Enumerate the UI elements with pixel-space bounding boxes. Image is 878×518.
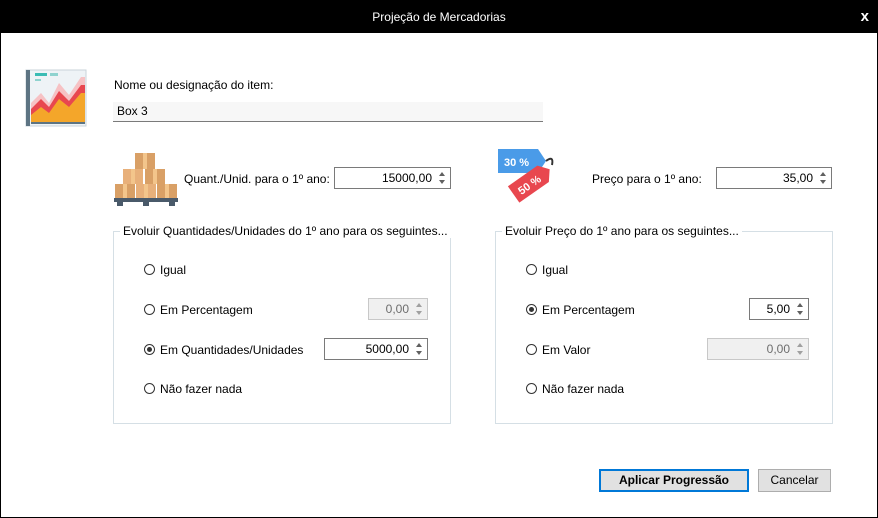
spin-up-icon[interactable] <box>797 343 803 347</box>
spin-down-icon[interactable] <box>797 351 803 355</box>
spin-up-icon[interactable] <box>797 303 803 307</box>
window-title: Projeção de Mercadorias <box>372 10 506 24</box>
price-value-amount: 0,00 <box>766 342 790 356</box>
quantity-evolution-group: Evoluir Quantidades/Unidades do 1º ano p… <box>113 224 451 424</box>
spin-up-icon[interactable] <box>416 303 422 307</box>
chart-illustration-icon <box>25 69 87 127</box>
tag-30-text: 30 % <box>504 157 529 169</box>
title-bar: Projeção de Mercadorias x <box>1 1 877 33</box>
quantity-stepper[interactable]: 15000,00 <box>334 167 451 189</box>
close-button[interactable]: x <box>861 9 869 24</box>
radio-label: Não fazer nada <box>542 382 625 396</box>
radio-label: Em Percentagem <box>542 303 635 317</box>
qty-units-stepper[interactable]: 5000,00 <box>324 338 428 360</box>
spin-down-icon[interactable] <box>797 311 803 315</box>
item-name-label: Nome ou designação do item: <box>114 78 274 92</box>
price-label: Preço para o 1º ano: <box>592 172 702 186</box>
item-name-input[interactable]: Box 3 <box>113 102 543 122</box>
spin-down-icon[interactable] <box>439 180 445 184</box>
qty-percentage-value: 0,00 <box>385 302 409 316</box>
spin-up-icon[interactable] <box>820 172 826 176</box>
spin-up-icon[interactable] <box>416 343 422 347</box>
spin-down-icon[interactable] <box>416 311 422 315</box>
quantity-value: 15000,00 <box>381 171 432 185</box>
spin-down-icon[interactable] <box>820 180 826 184</box>
price-value: 35,00 <box>782 171 813 185</box>
dialog-window: Projeção de Mercadorias x Nome ou design… <box>0 0 878 518</box>
radio-label: Igual <box>160 263 187 277</box>
price-evolution-group: Evoluir Preço do 1º ano para os seguinte… <box>495 224 833 424</box>
price-value-stepper[interactable]: 0,00 <box>707 338 809 360</box>
price-percentage-stepper[interactable]: 5,00 <box>749 298 809 320</box>
price-percentage-value: 5,00 <box>766 302 790 316</box>
radio-label: Igual <box>542 263 569 277</box>
apply-progression-button[interactable]: Aplicar Progressão <box>599 469 749 492</box>
price-tags-icon: 30 % 50 % <box>498 149 554 203</box>
radio-label: Não fazer nada <box>160 382 243 396</box>
radio-label: Em Valor <box>542 343 591 357</box>
qty-units-value: 5000,00 <box>365 342 409 356</box>
boxes-pallet-icon <box>114 153 178 206</box>
price-stepper[interactable]: 35,00 <box>716 167 832 189</box>
radio-label: Em Quantidades/Unidades <box>160 343 304 357</box>
price-group-title: Evoluir Preço do 1º ano para os seguinte… <box>502 224 742 238</box>
spin-up-icon[interactable] <box>439 172 445 176</box>
quantity-group-title: Evoluir Quantidades/Unidades do 1º ano p… <box>120 224 451 238</box>
qty-percentage-stepper[interactable]: 0,00 <box>368 298 428 320</box>
radio-label: Em Percentagem <box>160 303 253 317</box>
cancel-button[interactable]: Cancelar <box>758 469 831 492</box>
spin-down-icon[interactable] <box>416 351 422 355</box>
quantity-label: Quant./Unid. para o 1º ano: <box>184 172 330 186</box>
